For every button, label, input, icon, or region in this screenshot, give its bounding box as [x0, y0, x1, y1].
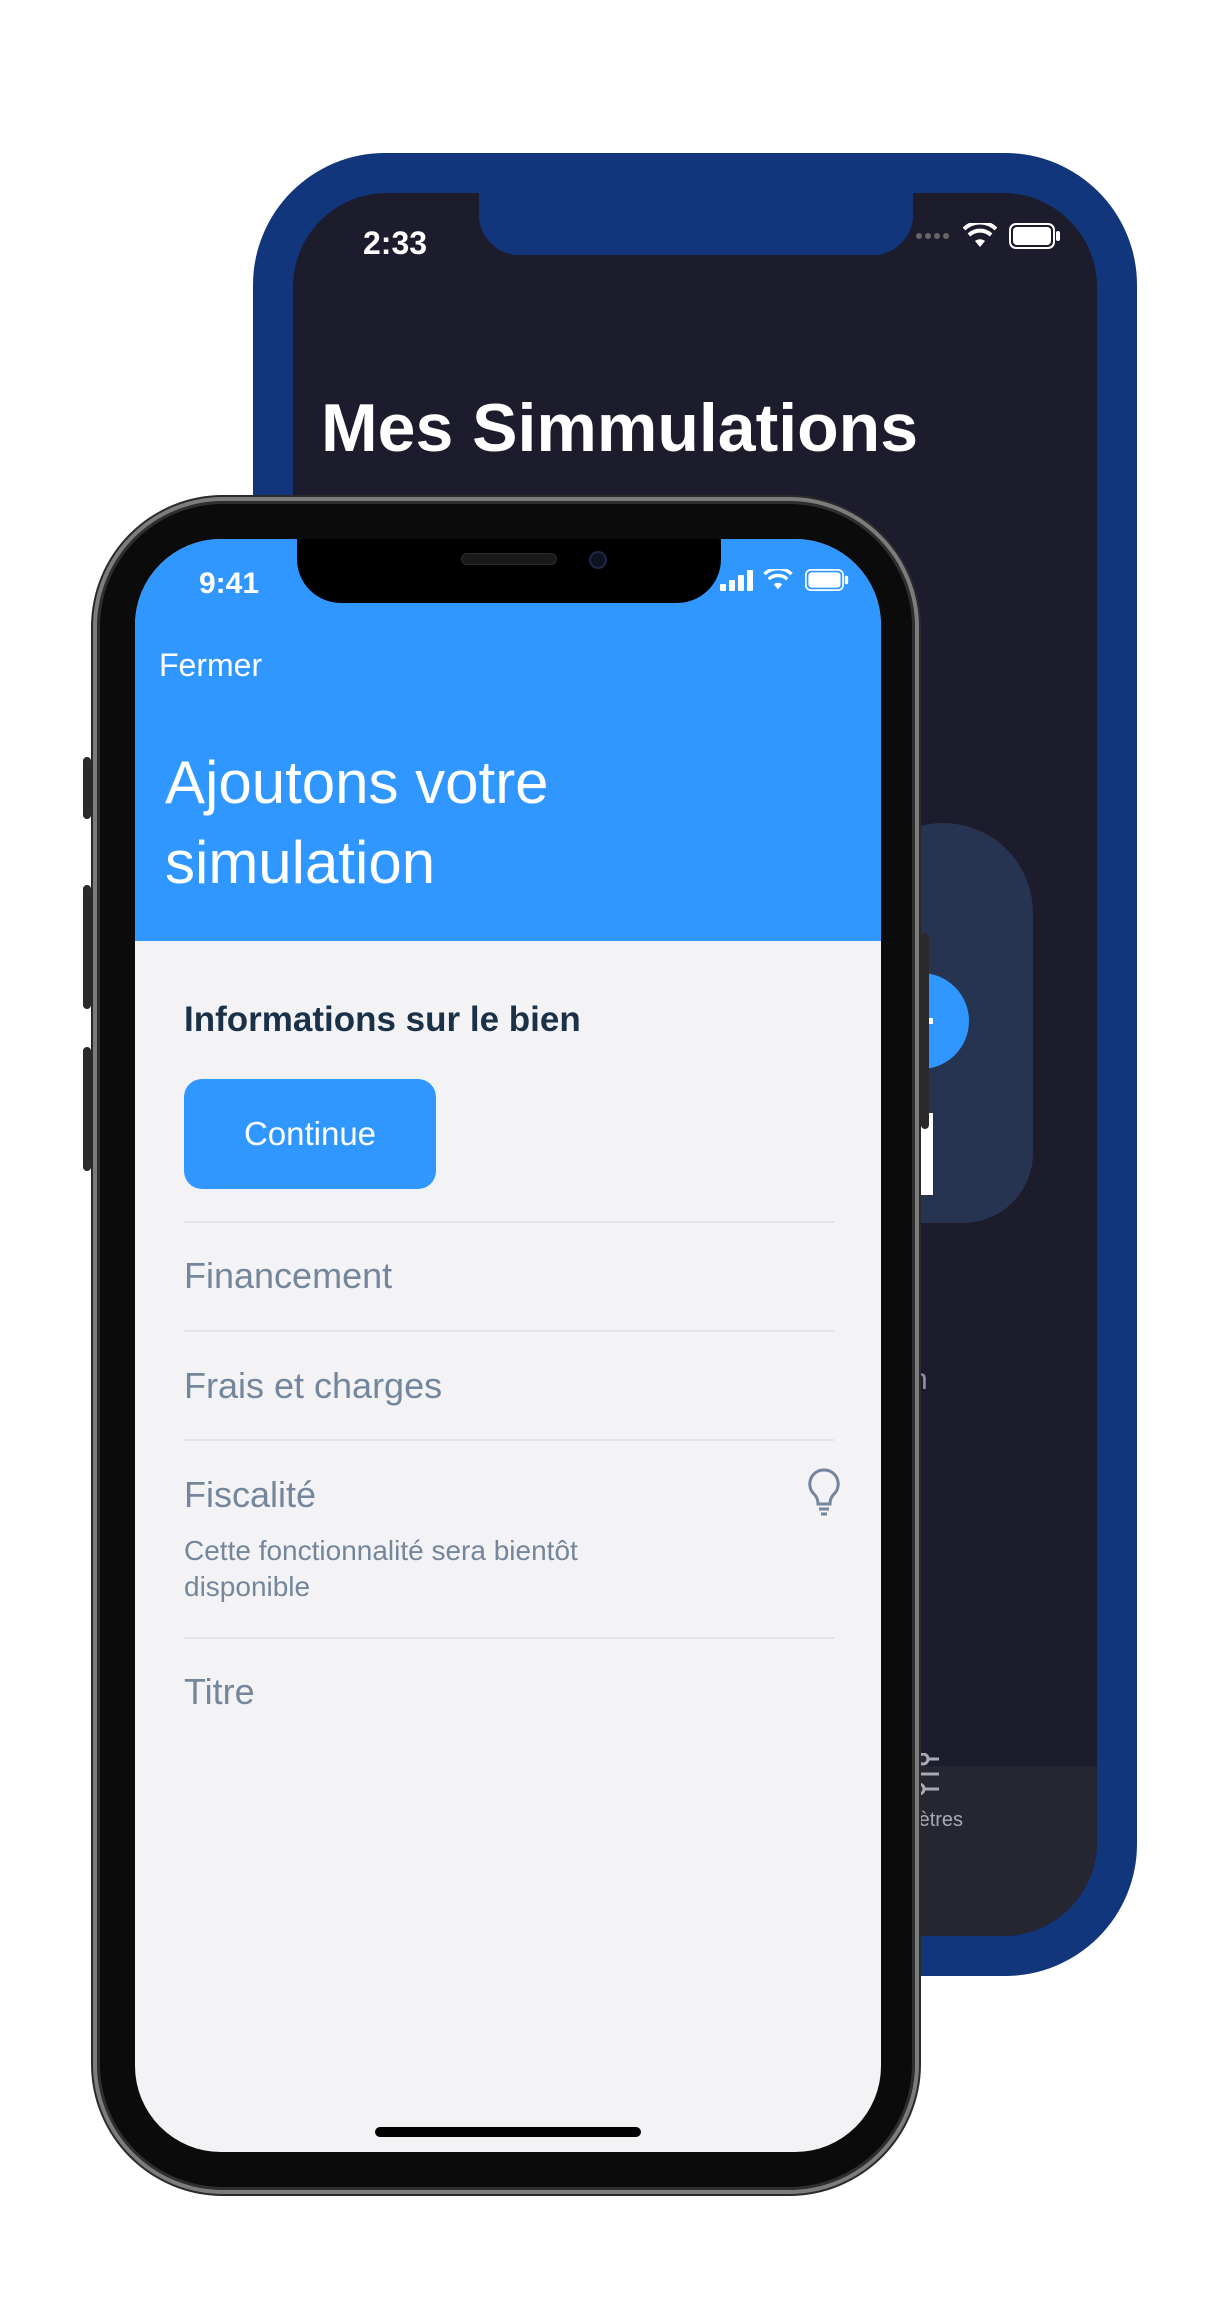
back-status-icons — [915, 223, 1061, 249]
power-button — [921, 933, 929, 1129]
wifi-icon — [763, 569, 793, 590]
step-title[interactable]: Titre — [184, 1671, 255, 1713]
close-button[interactable]: Fermer — [159, 647, 262, 684]
back-status-time: 2:33 — [363, 225, 428, 261]
front-status-icons — [719, 569, 851, 591]
step-fees-charges[interactable]: Frais et charges — [184, 1365, 442, 1407]
volume-up-button — [83, 885, 91, 1009]
divider — [184, 1637, 834, 1639]
divider — [184, 1439, 834, 1441]
front-camera — [589, 551, 607, 569]
front-phone-screen: 9:41 Fermer Ajoutons votre simulation In… — [135, 539, 881, 2152]
wifi-icon — [963, 223, 997, 247]
divider — [184, 1221, 834, 1223]
volume-down-button — [83, 1047, 91, 1171]
cellular-signal-icon — [720, 570, 753, 591]
back-phone-notch — [479, 193, 913, 255]
home-indicator[interactable] — [375, 2127, 641, 2137]
page-title: Ajoutons votre simulation — [165, 749, 549, 896]
lightbulb-icon — [808, 1468, 840, 1516]
divider — [184, 1330, 834, 1332]
signal-dots-icon — [916, 233, 949, 239]
step-property-info-title: Informations sur le bien — [184, 1000, 581, 1039]
continue-button[interactable]: Continue — [184, 1079, 436, 1189]
step-taxation: Fiscalité — [184, 1474, 317, 1515]
front-phone-notch — [297, 539, 721, 603]
battery-icon — [805, 569, 849, 591]
battery-icon — [1009, 223, 1060, 249]
back-page-title: Mes Simmulations — [321, 390, 919, 466]
step-financing[interactable]: Financement — [184, 1255, 392, 1297]
front-phone-frame: 9:41 Fermer Ajoutons votre simulation In… — [83, 497, 929, 2194]
taxation-availability-note: Cette fonctionnalité sera bientôt dispon… — [184, 1535, 578, 1602]
front-status-time: 9:41 — [199, 567, 260, 600]
earpiece-speaker — [461, 553, 557, 565]
mute-switch — [83, 757, 91, 819]
